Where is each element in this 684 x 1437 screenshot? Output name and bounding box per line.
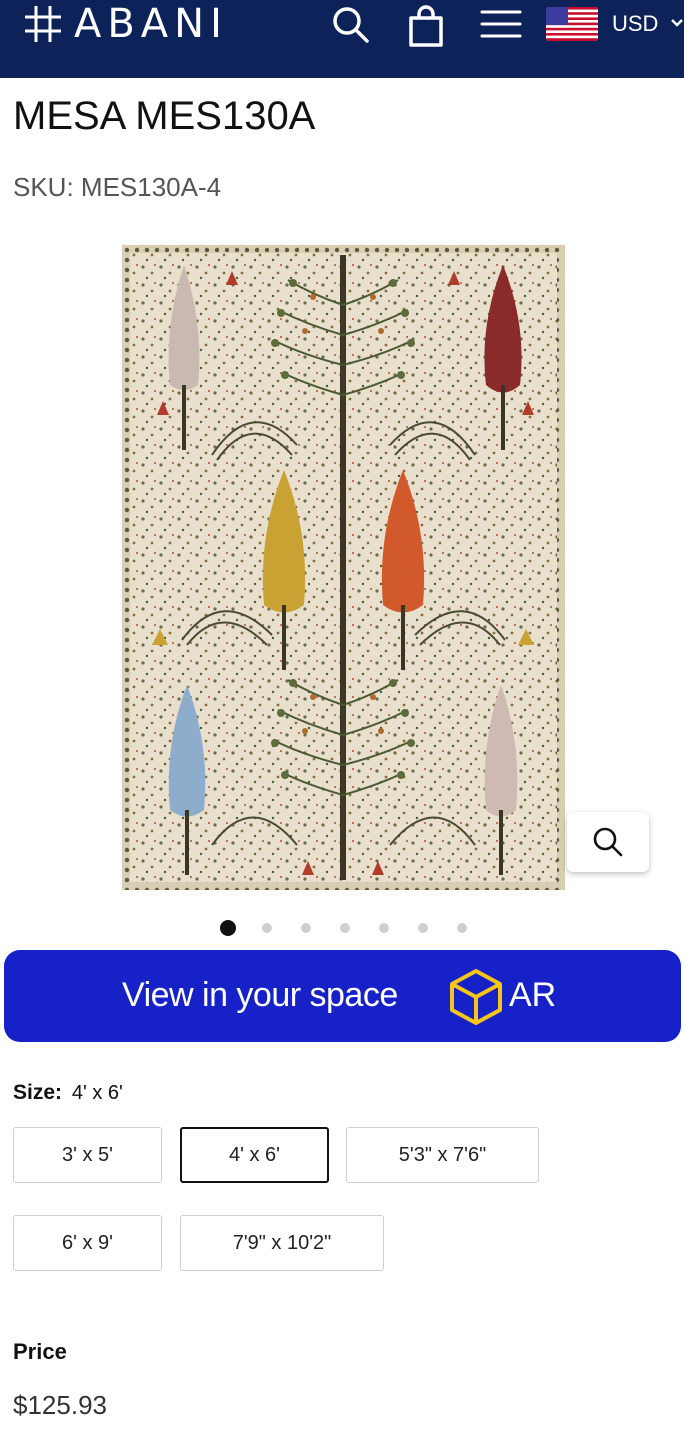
brand-name: ABANI (74, 1, 228, 47)
us-flag-icon[interactable] (546, 7, 598, 41)
size-option-3x5[interactable]: 3' x 5' (13, 1127, 162, 1183)
gallery-dot[interactable] (457, 923, 467, 933)
shopping-bag-icon[interactable] (406, 4, 446, 53)
product-image[interactable] (122, 245, 565, 890)
size-option-4x6[interactable]: 4' x 6' (180, 1127, 329, 1183)
size-heading: Size: 4' x 6' (13, 1080, 123, 1106)
size-option-7-9x10-2[interactable]: 7'9" x 10'2" (180, 1215, 384, 1271)
zoom-search-icon (593, 827, 623, 857)
product-sku: SKU: MES130A-4 (13, 172, 222, 202)
ar-cube-icon (449, 968, 503, 1031)
zoom-button[interactable] (567, 812, 649, 872)
search-icon[interactable] (330, 4, 370, 49)
gallery-pagination (0, 918, 684, 938)
hamburger-menu-icon[interactable] (480, 8, 522, 45)
hashtag-logo-icon (25, 6, 61, 42)
size-selected-value: 4' x 6' (71, 1082, 123, 1104)
price-label: Price (13, 1339, 67, 1364)
site-header: ABANI USD (0, 0, 684, 78)
gallery-dot[interactable] (379, 923, 389, 933)
chevron-down-icon[interactable] (670, 14, 684, 37)
product-title: MESA MES130A (13, 94, 316, 138)
ar-badge: AR (509, 976, 557, 1014)
size-label: Size: (13, 1081, 63, 1104)
brand-logo[interactable]: ABANI (22, 0, 228, 48)
gallery-dot[interactable] (340, 923, 350, 933)
gallery-dot[interactable] (418, 923, 428, 933)
ar-button-label: View in your space (122, 976, 398, 1014)
gallery-dot[interactable] (220, 920, 236, 936)
size-option-6x9[interactable]: 6' x 9' (13, 1215, 162, 1271)
gallery-dot[interactable] (262, 923, 272, 933)
price-value: $125.93 (13, 1390, 107, 1420)
currency-selector[interactable]: USD (612, 10, 658, 38)
size-option-5-3x7-6[interactable]: 5'3" x 7'6" (346, 1127, 539, 1183)
rug-illustration (122, 245, 565, 890)
gallery-dot[interactable] (301, 923, 311, 933)
